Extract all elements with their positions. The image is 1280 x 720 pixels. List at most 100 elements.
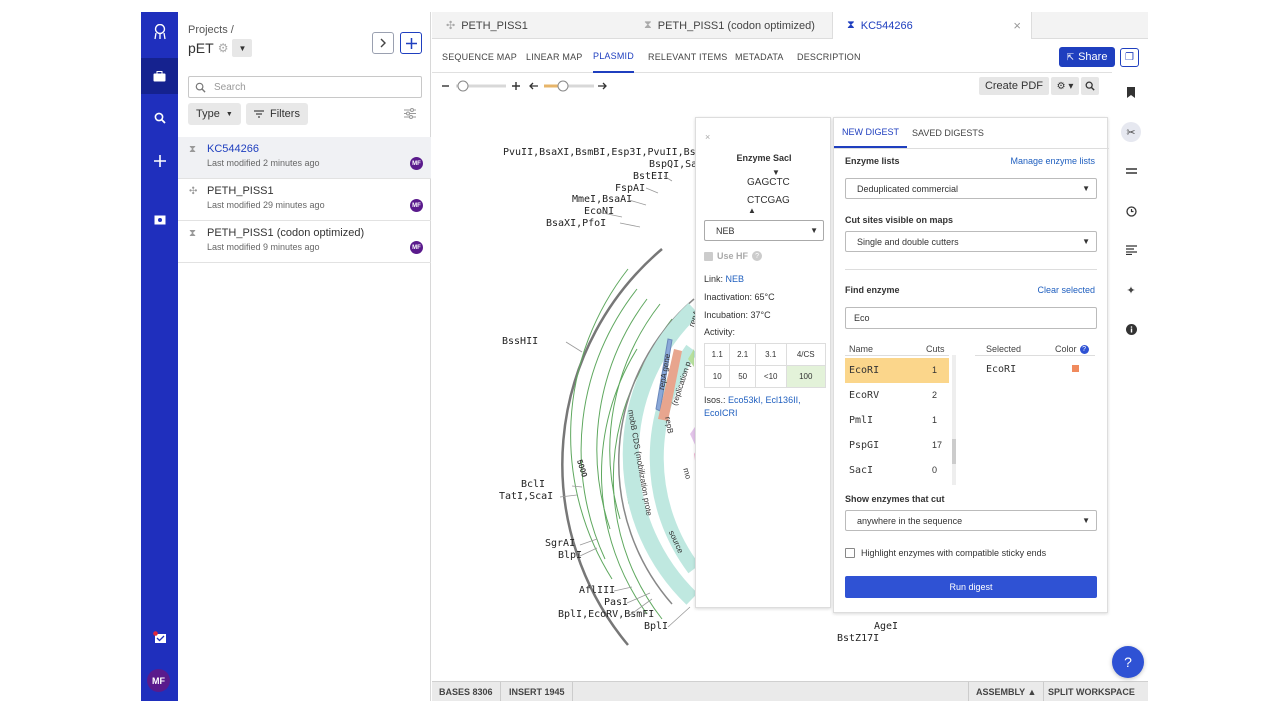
filters-button[interactable]: Filters	[246, 103, 308, 125]
enzyme-list-select[interactable]: Deduplicated commercial ▼	[845, 178, 1097, 199]
tab-description[interactable]: DESCRIPTION	[797, 40, 861, 73]
hourglass-icon: ⧗	[644, 19, 652, 31]
tab-label: KC544266	[860, 19, 913, 32]
help-button[interactable]: ?	[1112, 646, 1144, 678]
sliders-icon[interactable]	[404, 108, 416, 122]
logo-icon[interactable]	[141, 14, 178, 50]
tab-saved-digests[interactable]: SAVED DIGESTS	[904, 118, 992, 148]
history-icon[interactable]	[1121, 201, 1141, 221]
assembly-toggle[interactable]: ASSEMBLY ▲	[968, 682, 1045, 701]
enzyme-label[interactable]: SgrAI	[545, 538, 575, 549]
inactivation-text: Inactivation: 65°C	[704, 292, 775, 302]
enzyme-label[interactable]: MmeI,BsaAI	[572, 194, 632, 205]
close-icon[interactable]: ×	[1013, 18, 1021, 33]
projects-icon[interactable]	[141, 58, 178, 94]
table-row[interactable]: PmlI 1	[845, 408, 949, 433]
show-enzymes-select[interactable]: anywhere in the sequence ▼	[845, 510, 1097, 531]
find-enzyme-input[interactable]: Eco	[845, 307, 1097, 329]
sparkle-icon[interactable]: ✦	[1121, 280, 1141, 300]
project-panel: Projects / pET ⚙ ▼ Search Type ▼ Filters	[178, 12, 431, 701]
activity-header: 4/CS	[785, 343, 827, 366]
table-row[interactable]: PspGI 17	[845, 433, 949, 458]
tab-peth-piss1[interactable]: ✣ PETH_PISS1	[432, 12, 630, 39]
help-icon[interactable]: ?	[1079, 344, 1089, 354]
enzyme-label[interactable]: PvuII,BsaXI,BsmBI,Esp3I,PvuII,BsaAI,	[503, 147, 720, 158]
type-filter-button[interactable]: Type ▼	[188, 103, 241, 125]
search-input[interactable]: Search	[188, 76, 422, 98]
enzyme-info-popup: × Enzyme SacI ▼ GAGCTC CTCGAG ▲ NEB ▼ Us…	[695, 117, 831, 608]
share-button[interactable]: ⇱ Share	[1059, 47, 1115, 67]
table-row[interactable]: EcoRI 1	[845, 358, 949, 383]
item-name: KC544266	[207, 143, 259, 155]
enzyme-label[interactable]: BssHII	[502, 336, 538, 347]
enzyme-label[interactable]: BclI	[521, 479, 545, 490]
enzyme-name: EcoRV	[849, 390, 880, 401]
neb-link[interactable]: NEB	[726, 274, 745, 284]
tab-peth-piss1-codon[interactable]: ⧗ PETH_PISS1 (codon optimized)	[630, 12, 832, 39]
enzyme-name: PmlI	[849, 415, 874, 426]
digest-panel: NEW DIGEST SAVED DIGESTS Enzyme lists Ma…	[833, 117, 1109, 613]
tab-metadata[interactable]: METADATA	[735, 40, 784, 73]
add-item-button[interactable]	[400, 32, 422, 54]
enzyme-label[interactable]: BstZ17I	[837, 633, 879, 644]
close-icon[interactable]: ×	[705, 132, 710, 142]
inbox-icon[interactable]	[141, 619, 178, 655]
add-icon[interactable]	[141, 143, 178, 179]
run-digest-button[interactable]: Run digest	[845, 576, 1097, 598]
enzyme-label[interactable]: BstEII	[633, 171, 669, 182]
tab-relevant-items[interactable]: RELEVANT ITEMS	[648, 40, 728, 73]
tab-linear-map[interactable]: LINEAR MAP	[526, 40, 583, 73]
create-pdf-button[interactable]: Create PDF	[979, 77, 1049, 95]
enzyme-list-scrollbar[interactable]	[952, 355, 956, 485]
avatar[interactable]: MF	[147, 669, 170, 692]
swap-icon[interactable]	[1121, 161, 1141, 181]
tab-sequence-map[interactable]: SEQUENCE MAP	[442, 40, 517, 73]
list-item[interactable]: ⧗ KC544266 Last modified 2 minutes ago M…	[178, 137, 431, 179]
clear-selected-link[interactable]: Clear selected	[1037, 285, 1095, 295]
use-hf-checkbox[interactable]: Use HF ?	[704, 251, 763, 261]
list-item[interactable]: ⧗ PETH_PISS1 (codon optimized) Last modi…	[178, 221, 431, 263]
enzyme-label[interactable]: EcoNI	[584, 206, 614, 217]
search-icon[interactable]	[141, 100, 178, 136]
enzyme-label[interactable]: TatI,ScaI	[499, 491, 553, 502]
enzyme-label[interactable]: AflIII	[579, 585, 615, 596]
enzyme-label[interactable]: BlpI	[558, 550, 582, 561]
enzyme-label[interactable]: BsaXI,PfoI	[546, 218, 606, 229]
scissors-icon[interactable]: ✂	[1121, 122, 1141, 142]
vendor-select[interactable]: NEB ▼	[704, 220, 824, 241]
enzyme-label[interactable]: PasI	[604, 597, 628, 608]
link-label: Link:	[704, 274, 724, 284]
breadcrumb[interactable]: Projects /	[188, 24, 252, 36]
enzyme-label[interactable]: FspAI	[615, 183, 645, 194]
enzyme-label[interactable]: BplI,EcoRV,BsmFI	[558, 609, 654, 620]
view-subnav: SEQUENCE MAP LINEAR MAP PLASMID RELEVANT…	[432, 40, 1112, 73]
selected-enzyme[interactable]: EcoRI	[986, 364, 1016, 375]
enzyme-label[interactable]: AgeI	[874, 621, 898, 632]
highlight-compatible-checkbox[interactable]: Highlight enzymes with compatible sticky…	[845, 548, 1046, 558]
highlight-label: Highlight enzymes with compatible sticky…	[861, 548, 1047, 558]
split-workspace-toggle[interactable]: SPLIT WORKSPACE	[1041, 682, 1142, 701]
tab-new-digest[interactable]: NEW DIGEST	[834, 118, 908, 148]
color-swatch[interactable]	[1072, 365, 1079, 372]
map-settings-button[interactable]: ⚙ ▾	[1051, 77, 1079, 95]
tab-plasmid[interactable]: PLASMID	[593, 40, 634, 73]
bookmark-icon[interactable]	[1121, 82, 1141, 102]
info-icon[interactable]	[1121, 319, 1141, 339]
manage-enzyme-lists-link[interactable]: Manage enzyme lists	[1010, 156, 1095, 166]
tab-kc544266[interactable]: ⧗ KC544266 ×	[832, 12, 1032, 39]
table-row[interactable]: EcoRV 2	[845, 383, 949, 408]
plasmid-map-canvas[interactable]: 5000 PvuII,BsaXI,BsmBI,Esp3I,PvuII,BsaAI…	[432, 99, 1112, 681]
list-item[interactable]: ✣ PETH_PISS1 Last modified 29 minutes ag…	[178, 179, 431, 221]
enzyme-label[interactable]: BplI	[644, 621, 668, 632]
copy-icon[interactable]: ❐	[1120, 48, 1139, 67]
folder-icon[interactable]	[141, 201, 178, 237]
gear-icon[interactable]: ⚙	[218, 41, 229, 55]
table-row[interactable]: SacI 0	[845, 458, 949, 483]
zoom-controls[interactable]	[440, 74, 620, 98]
cut-sites-select[interactable]: Single and double cutters ▼	[845, 231, 1097, 252]
project-menu-dropdown[interactable]: ▼	[232, 39, 253, 57]
list-icon[interactable]	[1121, 240, 1141, 260]
help-icon[interactable]: ?	[752, 251, 763, 261]
collapse-panel-button[interactable]	[372, 32, 394, 54]
map-search-button[interactable]	[1081, 77, 1099, 95]
